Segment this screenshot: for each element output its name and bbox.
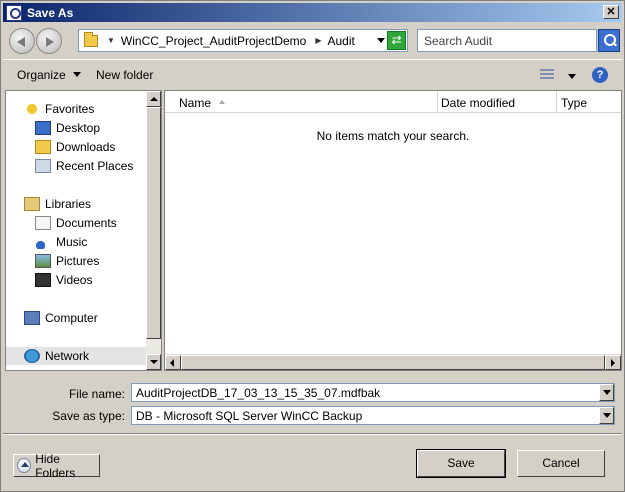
nav-item-music[interactable]: Music	[6, 233, 146, 251]
scroll-up-icon[interactable]	[146, 91, 161, 107]
back-button[interactable]	[9, 28, 35, 54]
column-header-label: Date modified	[441, 96, 516, 110]
close-button[interactable]: ✕	[603, 5, 619, 19]
navigation-pane: Favorites Desktop Downloads Recent Place…	[5, 90, 147, 371]
folder-icon	[84, 31, 98, 47]
refresh-button[interactable]: ⇄	[387, 31, 406, 50]
column-header-label: Type	[561, 96, 588, 110]
nav-item-label: Computer	[45, 311, 98, 325]
scroll-down-icon[interactable]	[146, 354, 161, 370]
nav-item-desktop[interactable]: Desktop	[6, 119, 146, 137]
nav-item-downloads[interactable]: Downloads	[6, 138, 146, 156]
nav-item-favorites[interactable]: Favorites	[6, 100, 146, 118]
address-bar[interactable]: ▼ WinCC_Project_AuditProjectDemo ▶ Audit…	[78, 29, 408, 52]
column-header-name[interactable]: Name	[165, 91, 438, 113]
navigation-scrollbar[interactable]	[146, 90, 162, 371]
music-icon	[35, 235, 51, 249]
scroll-left-icon[interactable]	[165, 355, 181, 370]
file-list[interactable]: Name Date modified Type No items match y…	[164, 90, 622, 371]
nav-item-label: Pictures	[56, 254, 100, 268]
sort-ascending-icon	[219, 100, 226, 104]
downloads-folder-icon	[35, 140, 51, 154]
save-button[interactable]: Save	[416, 449, 506, 478]
chevron-up-icon	[17, 458, 32, 473]
documents-icon	[35, 216, 51, 230]
nav-item-label: Recent Places	[56, 159, 134, 173]
help-icon[interactable]: ?	[592, 67, 608, 83]
breadcrumb-separator-icon[interactable]: ▶	[315, 36, 321, 45]
organize-menu[interactable]: Organize	[17, 68, 81, 82]
scroll-thumb[interactable]	[146, 107, 161, 339]
forward-button[interactable]	[36, 28, 62, 54]
app-icon	[6, 4, 22, 21]
network-icon	[24, 349, 40, 363]
recent-places-icon	[35, 159, 51, 173]
column-header-date-modified[interactable]: Date modified	[438, 91, 557, 113]
breadcrumb-project[interactable]: WinCC_Project_AuditProjectDemo	[121, 34, 306, 48]
search-icon[interactable]	[598, 29, 620, 52]
save-as-dialog: Save As ✕ ▼ WinCC_Project_AuditProjectDe…	[0, 0, 625, 492]
file-name-field[interactable]: AuditProjectDB_17_03_13_15_35_07.mdfbak	[131, 383, 615, 402]
command-toolbar: Organize New folder ?	[3, 59, 622, 89]
scroll-right-icon[interactable]	[605, 355, 621, 370]
address-dropdown-icon[interactable]	[377, 38, 385, 43]
nav-item-label: Music	[56, 235, 88, 249]
new-folder-button[interactable]: New folder	[96, 68, 153, 82]
nav-item-documents[interactable]: Documents	[6, 214, 146, 232]
file-name-dropdown-icon[interactable]	[599, 384, 614, 401]
breadcrumb-audit[interactable]: Audit	[327, 34, 354, 48]
column-header-type[interactable]: Type	[557, 91, 621, 113]
views-icon[interactable]	[540, 69, 554, 81]
computer-icon	[24, 311, 40, 325]
scroll-thumb[interactable]	[181, 355, 605, 370]
breadcrumb-separator-icon[interactable]: ▼	[107, 36, 115, 45]
nav-item-label: Videos	[56, 273, 93, 287]
nav-item-label: Network	[45, 349, 90, 363]
file-name-label: File name:	[68, 387, 125, 401]
save-as-type-select[interactable]: DB - Microsoft SQL Server WinCC Backup	[131, 406, 615, 425]
nav-item-libraries[interactable]: Libraries	[6, 195, 146, 213]
nav-item-label: Libraries	[45, 197, 92, 211]
file-name-value: AuditProjectDB_17_03_13_15_35_07.mdfbak	[136, 386, 381, 400]
star-icon	[24, 102, 40, 116]
hide-folders-label: Hide Folders	[35, 451, 76, 480]
nav-item-network[interactable]: Network	[6, 347, 146, 365]
libraries-icon	[24, 197, 40, 211]
save-as-type-label: Save as type:	[52, 409, 125, 423]
file-list-horizontal-scrollbar[interactable]	[165, 354, 621, 370]
chevron-down-icon	[72, 72, 81, 77]
hide-folders-button[interactable]: Hide Folders	[13, 451, 100, 480]
pictures-icon	[35, 254, 51, 268]
column-header-label: Name	[179, 96, 212, 110]
save-as-type-dropdown-icon[interactable]	[599, 407, 614, 424]
nav-item-label: Documents	[56, 216, 117, 230]
window-title: Save As	[27, 5, 74, 20]
title-bar[interactable]: Save As ✕	[3, 3, 622, 22]
desktop-icon	[35, 121, 51, 135]
organize-label: Organize	[17, 68, 66, 82]
views-dropdown-icon[interactable]	[568, 74, 576, 79]
nav-item-label: Desktop	[56, 121, 101, 135]
empty-message: No items match your search.	[316, 129, 470, 143]
nav-item-pictures[interactable]: Pictures	[6, 252, 146, 270]
nav-item-recent-places[interactable]: Recent Places	[6, 157, 146, 175]
nav-item-computer[interactable]: Computer	[6, 309, 146, 327]
divider	[3, 433, 622, 435]
nav-item-label: Downloads	[56, 140, 116, 154]
nav-item-label: Favorites	[45, 102, 95, 116]
nav-item-videos[interactable]: Videos	[6, 271, 146, 289]
videos-icon	[35, 273, 51, 287]
cancel-button[interactable]: Cancel	[517, 450, 605, 477]
save-as-type-value: DB - Microsoft SQL Server WinCC Backup	[136, 409, 363, 423]
search-input[interactable]: Search Audit	[417, 29, 597, 52]
